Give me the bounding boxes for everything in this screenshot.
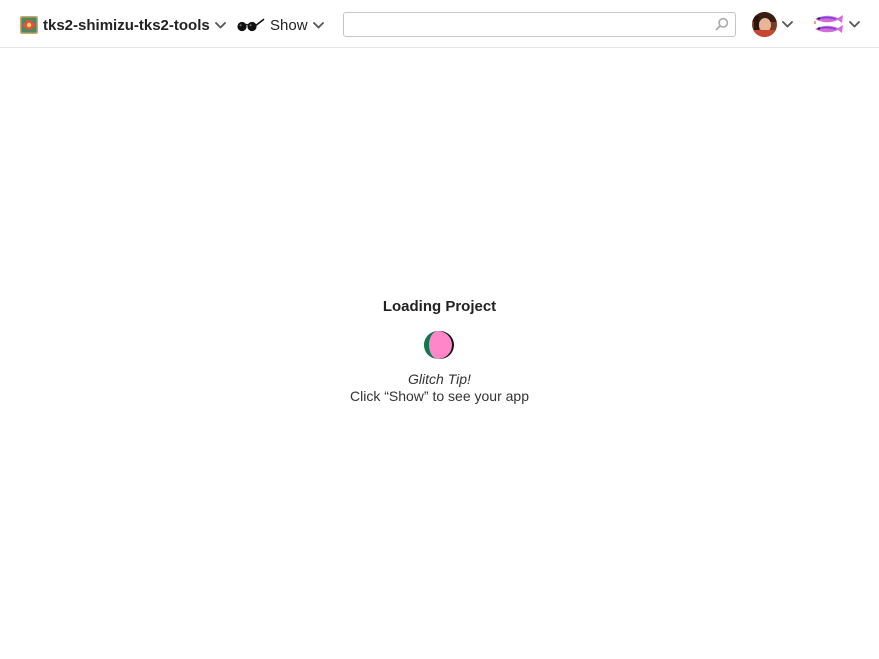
- user-avatar-icon: [752, 12, 777, 37]
- chevron-down-icon: [312, 21, 324, 28]
- search-icon[interactable]: [715, 17, 729, 31]
- team-avatar-icon: [812, 12, 844, 36]
- glasses-icon: [237, 18, 265, 32]
- show-button[interactable]: Show: [236, 15, 324, 35]
- top-bar: tks2-shimizu-tks2-tools Show: [0, 0, 879, 48]
- project-avatar-icon: [20, 16, 38, 34]
- user-menu-button[interactable]: [752, 12, 793, 37]
- loading-panel: Loading Project Glitch Tip! Click “Show”…: [0, 296, 879, 405]
- team-menu-button[interactable]: [812, 11, 860, 37]
- chevron-down-icon: [214, 21, 226, 28]
- tip-heading: Glitch Tip!: [408, 371, 471, 387]
- project-name: tks2-shimizu-tks2-tools: [43, 16, 210, 34]
- search-box: [343, 12, 736, 37]
- search-input[interactable]: [344, 13, 704, 36]
- project-menu-button[interactable]: tks2-shimizu-tks2-tools: [20, 15, 226, 35]
- loading-title: Loading Project: [382, 298, 497, 315]
- tip-text: Click “Show” to see your app: [350, 388, 529, 404]
- chevron-down-icon: [849, 20, 860, 27]
- show-label: Show: [270, 16, 308, 34]
- chevron-down-icon: [782, 21, 793, 28]
- loading-spinner-icon: [424, 331, 454, 359]
